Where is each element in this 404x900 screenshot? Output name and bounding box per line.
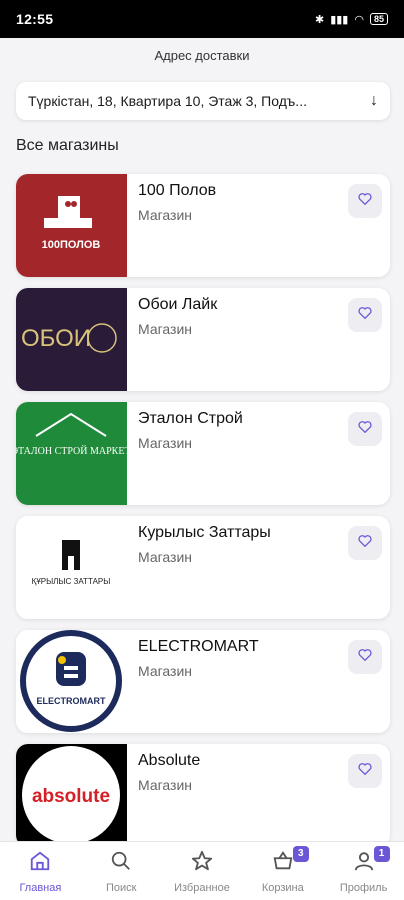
status-bar: 12:55 ✱ ▮▮▮ ◠ 85 bbox=[0, 0, 404, 38]
store-type: Магазин bbox=[138, 777, 193, 793]
heart-icon bbox=[358, 306, 372, 324]
address-value: Түркістан, 18, Квартира 10, Этаж 3, Подъ… bbox=[28, 93, 307, 109]
favorite-button[interactable] bbox=[348, 412, 382, 446]
store-name: Absolute bbox=[138, 752, 201, 769]
logo-text: ОБОИ bbox=[21, 325, 91, 352]
search-icon bbox=[110, 850, 132, 877]
store-logo: ЭТАЛОН СТРОЙ МАРКЕТ bbox=[16, 402, 127, 505]
heart-icon bbox=[358, 648, 372, 666]
battery-icon: 85 bbox=[369, 13, 388, 25]
favorite-button[interactable] bbox=[348, 640, 382, 674]
nav-favorites[interactable]: Избранное bbox=[162, 842, 243, 900]
store-card[interactable]: absolute Absolute Магазин bbox=[16, 744, 390, 847]
store-name: ELECTROMART bbox=[138, 638, 259, 655]
status-icons: ✱ ▮▮▮ ◠ 85 bbox=[315, 13, 388, 26]
store-type: Магазин bbox=[138, 663, 193, 679]
store-type: Магазин bbox=[138, 549, 193, 565]
home-icon bbox=[29, 850, 51, 877]
store-card[interactable]: ELECTROMART ELECTROMART Магазин bbox=[16, 630, 390, 733]
store-type: Магазин bbox=[138, 207, 193, 223]
store-name: Эталон Строй bbox=[138, 410, 243, 427]
basket-icon bbox=[272, 850, 294, 877]
nav-profile[interactable]: 1 Профиль bbox=[323, 842, 404, 900]
bluetooth-icon: ✱ bbox=[314, 13, 325, 26]
favorite-button[interactable] bbox=[348, 298, 382, 332]
wifi-icon: ◠ bbox=[354, 13, 364, 26]
store-card[interactable]: 100ПОЛОВ 100 Полов Магазин bbox=[16, 174, 390, 277]
bottom-nav: Главная Поиск Избранное 3 Корзина 1 Проф… bbox=[0, 841, 404, 900]
section-title: Все магазины bbox=[16, 137, 119, 154]
nav-label: Избранное bbox=[174, 882, 230, 894]
profile-badge: 1 bbox=[373, 846, 390, 862]
store-name: Обои Лайк bbox=[138, 296, 218, 313]
logo-text: ҚҰРЫЛЫС ЗАТТАРЫ bbox=[32, 577, 111, 586]
nav-label: Профиль bbox=[339, 882, 388, 894]
profile-icon bbox=[353, 850, 375, 877]
heart-icon bbox=[358, 534, 372, 552]
status-time: 12:55 bbox=[16, 11, 54, 27]
store-type: Магазин bbox=[138, 435, 193, 451]
store-logo: absolute bbox=[16, 744, 127, 847]
favorite-button[interactable] bbox=[348, 184, 382, 218]
nav-label: Корзина bbox=[261, 882, 304, 894]
heart-icon bbox=[358, 192, 372, 210]
logo-text: 100ПОЛОВ bbox=[42, 239, 101, 251]
nav-home[interactable]: Главная bbox=[0, 842, 81, 900]
star-icon bbox=[191, 850, 213, 877]
nav-search[interactable]: Поиск bbox=[81, 842, 162, 900]
arrow-down-icon: ↓ bbox=[370, 92, 378, 109]
store-logo: ELECTROMART bbox=[16, 630, 127, 733]
address-selector[interactable]: Түркістан, 18, Квартира 10, Этаж 3, Подъ… bbox=[16, 82, 390, 120]
nav-cart[interactable]: 3 Корзина bbox=[242, 842, 323, 900]
signal-icon: ▮▮▮ bbox=[330, 13, 349, 26]
heart-icon bbox=[358, 420, 372, 438]
store-name: Курылыс Заттары bbox=[138, 524, 271, 541]
store-card[interactable]: ҚҰРЫЛЫС ЗАТТАРЫ Курылыс Заттары Магазин bbox=[16, 516, 390, 619]
favorite-button[interactable] bbox=[348, 754, 382, 788]
logo-text: ELECTROMART bbox=[37, 696, 106, 706]
store-logo: 100ПОЛОВ bbox=[16, 174, 127, 277]
logo-text: absolute bbox=[32, 786, 110, 807]
store-list: 100ПОЛОВ 100 Полов Магазин ОБОИ Обои Лай… bbox=[16, 174, 390, 858]
cart-badge: 3 bbox=[292, 846, 309, 862]
store-card[interactable]: ЭТАЛОН СТРОЙ МАРКЕТ Эталон Строй Магазин bbox=[16, 402, 390, 505]
store-type: Магазин bbox=[138, 321, 193, 337]
logo-text: ЭТАЛОН СТРОЙ МАРКЕТ bbox=[16, 445, 127, 457]
store-logo: ОБОИ bbox=[16, 288, 127, 391]
store-name: 100 Полов bbox=[138, 182, 217, 199]
page-title: Адрес доставки bbox=[154, 48, 250, 63]
store-card[interactable]: ОБОИ Обои Лайк Магазин bbox=[16, 288, 390, 391]
favorite-button[interactable] bbox=[348, 526, 382, 560]
nav-label: Главная bbox=[19, 882, 62, 894]
heart-icon bbox=[358, 762, 372, 780]
store-logo: ҚҰРЫЛЫС ЗАТТАРЫ bbox=[16, 516, 127, 619]
nav-label: Поиск bbox=[105, 882, 137, 894]
